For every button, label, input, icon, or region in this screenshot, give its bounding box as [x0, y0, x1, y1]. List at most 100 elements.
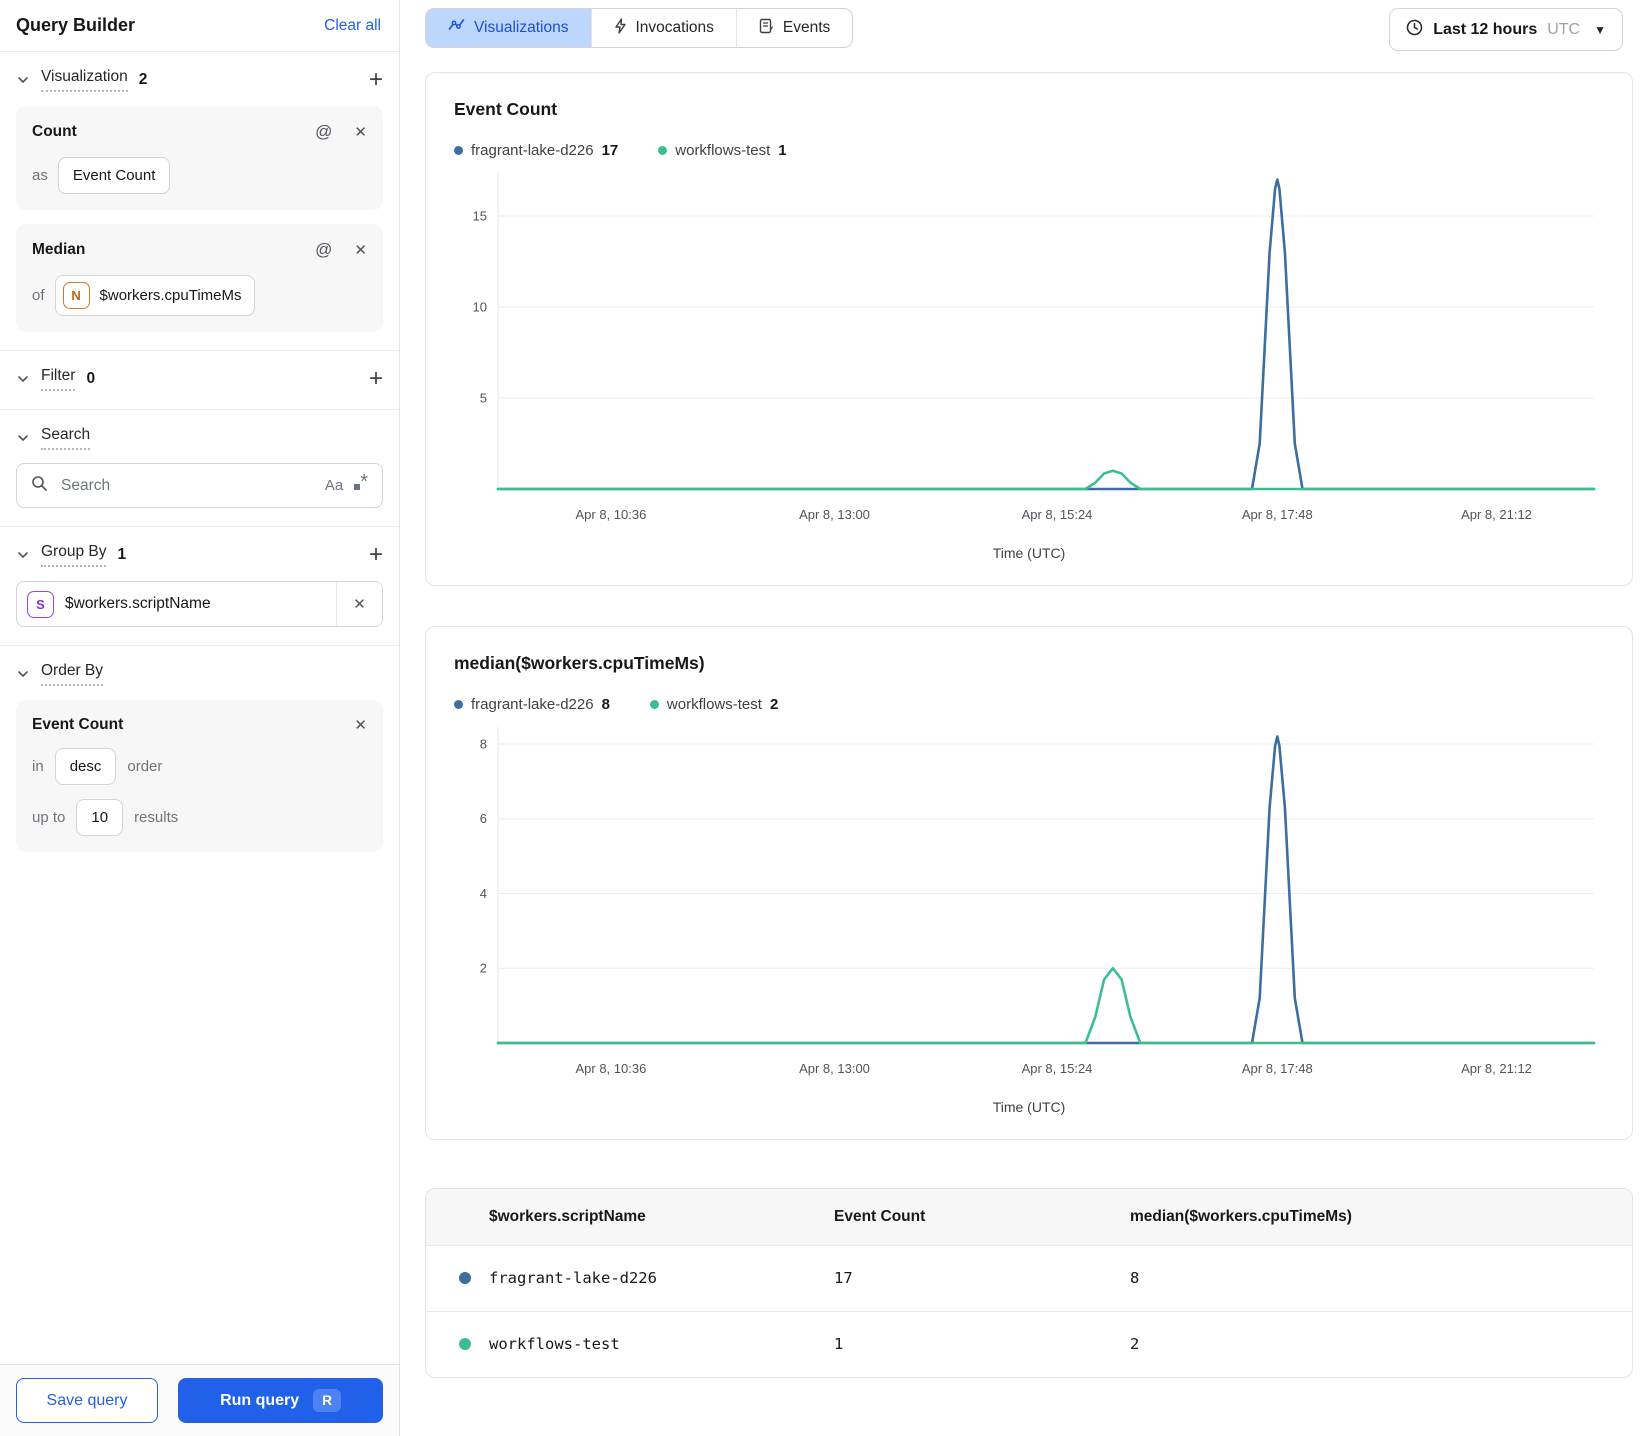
results-table: $workers.scriptName Event Count median($…	[426, 1189, 1632, 1377]
remove-group-by-button[interactable]: ✕	[336, 582, 382, 626]
tab-events[interactable]: Events	[737, 9, 852, 47]
event-count-line-chart[interactable]: 5 10 15 Apr 8, 10:36 Apr 8, 13:00 Apr 8, 15:2…	[454, 167, 1602, 545]
table-row[interactable]: workflows-test 1 2	[426, 1310, 1632, 1377]
filter-label: Filter	[41, 367, 76, 391]
count-visualization-card: Count @ ✕ as Event Count	[16, 106, 383, 210]
order-by-label: Order By	[41, 662, 104, 686]
save-query-button[interactable]: Save query	[16, 1378, 158, 1423]
close-icon[interactable]: ✕	[354, 241, 367, 259]
svg-text:Apr 8, 15:24: Apr 8, 15:24	[1022, 507, 1093, 522]
match-case-icon[interactable]: Aa	[325, 477, 343, 494]
clear-all-link[interactable]: Clear all	[324, 17, 381, 35]
add-group-by-button[interactable]: +	[369, 543, 383, 567]
median-visualization-card: Median @ ✕ of N $workers.cpuTimeMs	[16, 224, 383, 332]
legend-item[interactable]: fragrant-lake-d226 17	[454, 142, 618, 159]
time-range-value: Last 12 hours	[1433, 20, 1538, 38]
series-dot	[459, 1272, 471, 1284]
results-label: results	[134, 809, 179, 826]
alias-chip[interactable]: Event Count	[57, 157, 171, 194]
event-count-value: 1	[834, 1310, 1130, 1377]
legend-item[interactable]: workflows-test 2	[649, 696, 779, 713]
in-label: in	[32, 758, 44, 775]
of-label: of	[32, 287, 45, 304]
count-card-title: Count	[32, 123, 77, 140]
svg-text:6: 6	[480, 811, 487, 826]
chevron-down-icon[interactable]	[16, 372, 30, 386]
legend-item[interactable]: fragrant-lake-d226 8	[454, 696, 610, 713]
chart-legend: fragrant-lake-d226 17 workflows-test 1	[454, 142, 1604, 159]
median-field-chip[interactable]: N $workers.cpuTimeMs	[54, 275, 255, 316]
table-row[interactable]: fragrant-lake-d226 17 8	[426, 1244, 1632, 1311]
results-table-panel: $workers.scriptName Event Count median($…	[425, 1188, 1633, 1378]
legend-series-value: 2	[769, 696, 779, 713]
string-type-badge: S	[27, 590, 54, 618]
topbar: Visualizations Invocations Events Last 1…	[425, 8, 1640, 51]
svg-text:Apr 8, 13:00: Apr 8, 13:00	[799, 507, 870, 522]
close-icon[interactable]: ✕	[354, 123, 367, 141]
search-label: Search	[41, 426, 91, 450]
group-by-field-chip[interactable]: S $workers.scriptName ✕	[16, 581, 383, 627]
sidebar-footer: Save query Run query R	[0, 1364, 399, 1436]
tab-invocations[interactable]: Invocations	[592, 9, 737, 47]
median-line-chart[interactable]: 2 4 6 8 Apr 8, 10:36 Apr 8, 13:00 Apr 8, 15:24…	[454, 721, 1602, 1099]
close-icon[interactable]: ✕	[354, 716, 367, 734]
tab-label: Invocations	[635, 19, 714, 36]
clock-icon	[1406, 19, 1423, 41]
chart-title: Event Count	[454, 99, 558, 119]
add-visualization-button[interactable]: +	[369, 68, 383, 92]
chevron-down-icon[interactable]	[16, 667, 30, 681]
chevron-down-icon[interactable]	[16, 431, 30, 445]
svg-text:Apr 8, 13:00: Apr 8, 13:00	[799, 1061, 870, 1076]
svg-text:10: 10	[473, 300, 487, 315]
document-icon	[759, 18, 774, 39]
order-by-field: Event Count	[32, 716, 124, 733]
add-filter-button[interactable]: +	[369, 367, 383, 391]
svg-text:15: 15	[473, 209, 487, 224]
time-range-dropdown[interactable]: Last 12 hours UTC ▼	[1389, 8, 1623, 51]
main-content: Visualizations Invocations Events Last 1…	[400, 0, 1640, 1436]
mention-icon[interactable]: @	[315, 122, 332, 142]
order-by-card: Event Count ✕ in desc order up to 10 res…	[16, 700, 383, 852]
median-field-name: $workers.cpuTimeMs	[99, 287, 242, 304]
search-icon	[31, 475, 48, 497]
column-header-median: median($workers.cpuTimeMs)	[1130, 1189, 1632, 1245]
tab-visualizations[interactable]: Visualizations	[426, 9, 592, 47]
legend-item[interactable]: workflows-test 1	[658, 142, 787, 159]
chevron-down-icon[interactable]	[16, 548, 30, 562]
median-value: 8	[1130, 1244, 1632, 1311]
legend-series-name: fragrant-lake-d226	[471, 696, 594, 713]
table-header-row: $workers.scriptName Event Count median($…	[426, 1189, 1632, 1245]
sidebar-body: Visualization 2 + Count @ ✕ as Event Cou…	[0, 52, 399, 1364]
event-count-value: 17	[834, 1244, 1130, 1311]
direction-chip[interactable]: desc	[54, 748, 117, 785]
limit-chip[interactable]: 10	[76, 799, 124, 836]
run-shortcut-key: R	[313, 1389, 341, 1412]
group-by-section: Group By 1 + S $workers.scriptName ✕	[0, 526, 399, 645]
search-section: Search Aa *	[0, 409, 399, 526]
page-title: Query Builder	[16, 15, 136, 35]
svg-text:4: 4	[480, 886, 487, 901]
x-axis-title: Time (UTC)	[992, 545, 1066, 561]
run-query-button[interactable]: Run query R	[178, 1378, 383, 1423]
regex-icon[interactable]: *	[354, 472, 368, 492]
group-by-count: 1	[117, 546, 127, 563]
median-card-title: Median	[32, 241, 86, 258]
visualization-label: Visualization	[41, 68, 128, 92]
series-dot	[649, 700, 659, 709]
group-by-label: Group By	[41, 543, 107, 567]
chart-legend: fragrant-lake-d226 8 workflows-test 2	[454, 696, 1604, 713]
legend-series-name: workflows-test	[666, 696, 762, 713]
filter-section: Filter 0 +	[0, 350, 399, 409]
column-header-event-count: Event Count	[834, 1189, 1130, 1245]
chevron-down-icon[interactable]	[16, 73, 30, 87]
search-box: Aa *	[16, 463, 383, 508]
legend-series-value: 17	[601, 142, 619, 159]
tab-label: Events	[782, 19, 831, 36]
mention-icon[interactable]: @	[315, 240, 332, 260]
tab-label: Visualizations	[474, 19, 569, 36]
search-input[interactable]	[59, 475, 314, 496]
column-header-script-name: $workers.scriptName	[426, 1189, 834, 1245]
chart-line-icon	[448, 18, 465, 38]
view-tabs: Visualizations Invocations Events	[425, 8, 854, 48]
up-to-label: up to	[32, 809, 66, 826]
